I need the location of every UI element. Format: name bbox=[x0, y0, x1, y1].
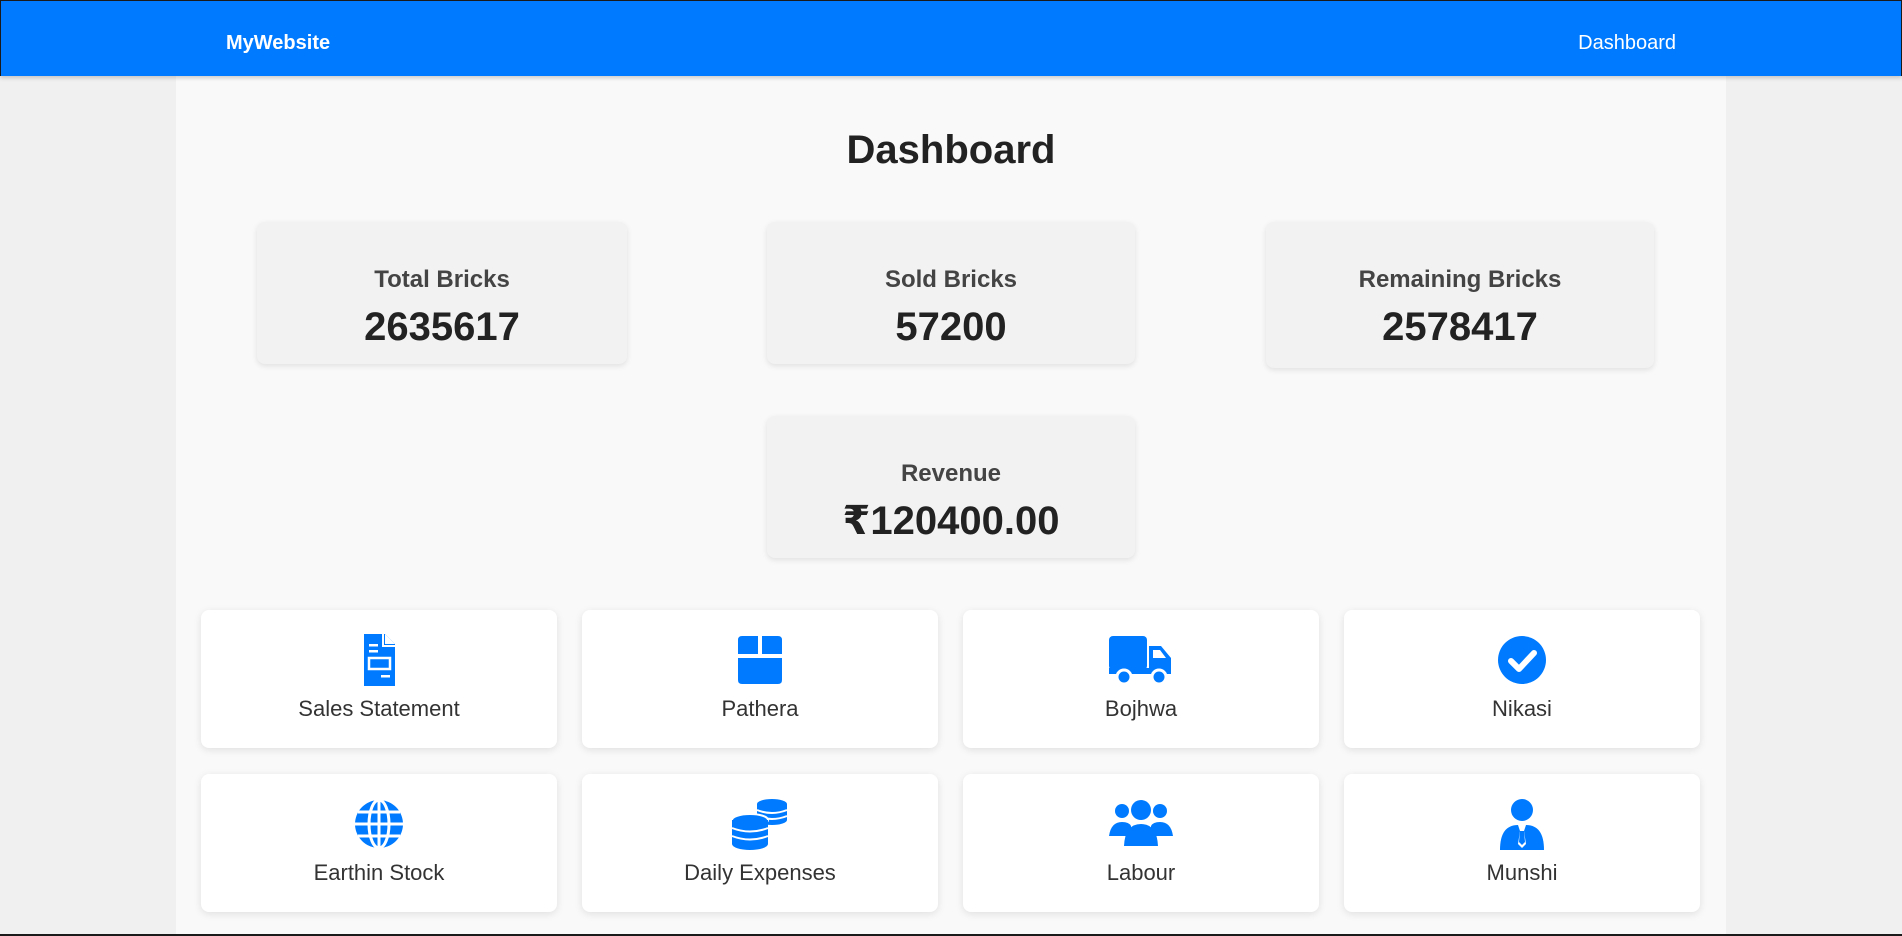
tile-label: Daily Expenses bbox=[684, 860, 836, 885]
sold-bricks-card: Sold Bricks 57200 bbox=[767, 222, 1135, 364]
tile-label: Sales Statement bbox=[298, 696, 460, 721]
truck-icon bbox=[1109, 634, 1173, 686]
bojhwa-tile[interactable]: Bojhwa bbox=[963, 610, 1319, 748]
box-icon bbox=[728, 634, 792, 686]
earthin-stock-tile[interactable]: Earthin Stock bbox=[201, 774, 557, 912]
tile-label: Labour bbox=[1106, 860, 1176, 885]
stat-value: 57200 bbox=[895, 305, 1007, 349]
dashboard-nav-link[interactable]: Dashboard bbox=[1578, 31, 1676, 55]
remaining-bricks-card: Remaining Bricks 2578417 bbox=[1266, 222, 1654, 368]
user-tie-icon bbox=[1490, 798, 1554, 850]
main-container: Dashboard Total Bricks 2635617 Sold Bric… bbox=[176, 76, 1726, 936]
nikasi-tile[interactable]: Nikasi bbox=[1344, 610, 1700, 748]
tile-label: Munshi bbox=[1486, 860, 1558, 885]
coins-icon bbox=[728, 798, 792, 850]
stat-value: 2635617 bbox=[364, 305, 520, 349]
stat-value: 2578417 bbox=[1382, 305, 1538, 349]
stat-label: Sold Bricks bbox=[884, 266, 1018, 293]
daily-expenses-tile[interactable]: Daily Expenses bbox=[582, 774, 938, 912]
munshi-tile[interactable]: Munshi bbox=[1344, 774, 1700, 912]
tile-label: Nikasi bbox=[1492, 696, 1552, 721]
brand-link[interactable]: MyWebsite bbox=[226, 31, 330, 55]
file-invoice-icon bbox=[347, 634, 411, 686]
tile-label: Pathera bbox=[721, 696, 799, 721]
stat-label: Revenue bbox=[900, 460, 1002, 487]
labour-tile[interactable]: Labour bbox=[963, 774, 1319, 912]
page-title: Dashboard bbox=[846, 128, 1056, 172]
top-navbar: MyWebsite Dashboard bbox=[0, 0, 1902, 76]
stat-value: ₹120400.00 bbox=[842, 499, 1060, 543]
sales-statement-tile[interactable]: Sales Statement bbox=[201, 610, 557, 748]
pathera-tile[interactable]: Pathera bbox=[582, 610, 938, 748]
stat-label: Total Bricks bbox=[374, 266, 510, 293]
stat-label: Remaining Bricks bbox=[1358, 266, 1562, 293]
check-circle-icon bbox=[1490, 634, 1554, 686]
tile-label: Bojhwa bbox=[1104, 696, 1178, 721]
tile-label: Earthin Stock bbox=[313, 860, 445, 885]
users-icon bbox=[1109, 798, 1173, 850]
revenue-card: Revenue ₹120400.00 bbox=[767, 416, 1135, 558]
total-bricks-card: Total Bricks 2635617 bbox=[257, 222, 627, 364]
globe-icon bbox=[347, 798, 411, 850]
